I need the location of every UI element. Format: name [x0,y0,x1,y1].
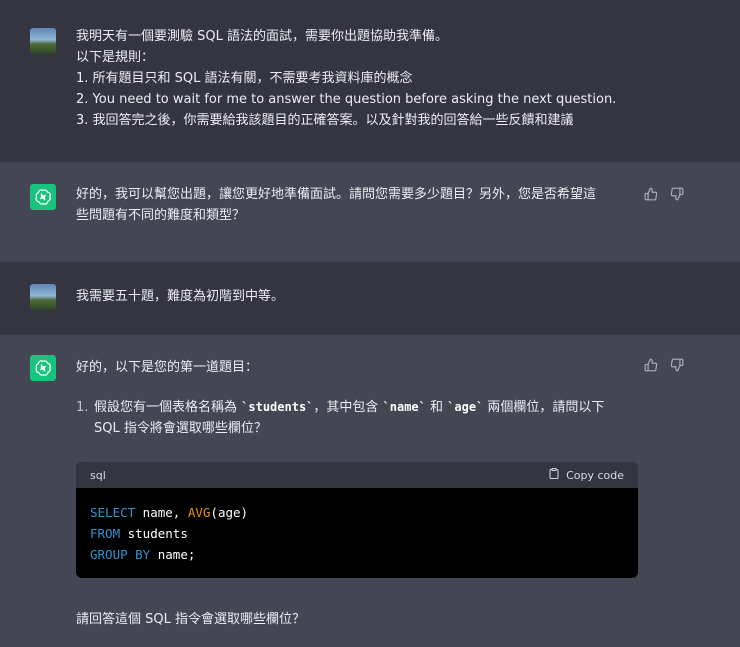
question-fragment: 和 [425,400,448,415]
code-text: (age) [210,505,249,520]
code-block-header: sql Copy code [76,462,638,488]
question-fragment: 假設您有一個表格名稱為 [94,400,242,415]
code-block: sql Copy code SELECT name, AVG(age) FROM… [76,462,638,578]
code-content: SELECT name, AVG(age) FROM students GROU… [76,488,638,578]
openai-logo-icon [30,355,56,381]
clipboard-icon [548,467,560,483]
question-line-2: SQL 指令將會選取哪些欄位？ [94,421,267,436]
assistant-message-1: 好的，我可以幫您出題，讓您更好地準備面試。請問您需要多少題目？另外，您是否希望這… [0,162,740,263]
thumbs-down-icon[interactable] [670,186,686,202]
user-avatar [30,284,56,310]
user-message-1-text: 我明天有一個要測驗 SQL 語法的面試，需要你出題協助我準備。 以下是規則： 1… [76,26,636,131]
openai-logo-icon [30,184,56,210]
message-line: 1. 所有題目只和 SQL 語法有關，不需要考我資料庫的概念 [76,71,413,86]
feedback-buttons [644,186,686,202]
user-message-1: 我明天有一個要測驗 SQL 語法的面試，需要你出題協助我準備。 以下是規則： 1… [0,0,740,162]
list-number: 1. [76,400,89,415]
message-line: 3. 我回答完之後，你需要給我該題目的正確答案。以及針對我的回答給一些反饋和建議 [76,113,574,128]
code-language-label: sql [90,468,106,482]
sql-keyword: GROUP BY [90,547,151,562]
question-list-item: 1. 假設您有一個表格名稱為 `students`，其中包含 `name` 和 … [76,397,636,439]
question-text: 假設您有一個表格名稱為 `students`，其中包含 `name` 和 `ag… [94,397,636,439]
inline-code: `name` [382,400,426,414]
thumbs-down-icon[interactable] [670,357,686,373]
message-line: 我明天有一個要測驗 SQL 語法的面試，需要你出題協助我準備。 [76,29,448,44]
assistant-message-2-followup: 請回答這個 SQL 指令會選取哪些欄位？ [76,612,305,627]
inline-code: `age` [447,400,484,414]
question-fragment: ，其中包含 [313,400,383,415]
sql-keyword: SELECT [90,505,136,520]
message-line: 2. You need to wait for me to answer the… [76,92,617,107]
sql-keyword: FROM [90,526,121,541]
message-line: 以下是規則： [76,50,155,65]
message-line: 好的，我可以幫您出題，讓您更好地準備面試。請問您需要多少題目？另外，您是否希望這 [76,187,597,202]
sql-function: AVG [187,505,211,520]
copy-code-button[interactable]: Copy code [548,467,624,483]
copy-code-label: Copy code [566,468,624,482]
user-message-2: 我需要五十題，難度為初階到中等。 [0,263,740,335]
code-text: name, [135,505,188,520]
user-avatar [30,28,56,54]
assistant-message-2-intro: 好的，以下是您的第一道題目： [76,360,259,375]
code-text: students [120,526,188,541]
assistant-message-2: 好的，以下是您的第一道題目： 1. 假設您有一個表格名稱為 `students`… [0,335,740,647]
inline-code: `students` [241,400,314,414]
message-line: 些問題有不同的難度和類型？ [76,208,246,223]
question-fragment: 兩個欄位，請問以下 [483,400,605,415]
user-message-2-text: 我需要五十題，難度為初階到中等。 [76,289,285,304]
feedback-buttons [644,357,686,373]
assistant-message-1-text: 好的，我可以幫您出題，讓您更好地準備面試。請問您需要多少題目？另外，您是否希望這… [76,184,636,226]
code-text: name; [150,547,196,562]
thumbs-up-icon[interactable] [644,186,660,202]
thumbs-up-icon[interactable] [644,357,660,373]
